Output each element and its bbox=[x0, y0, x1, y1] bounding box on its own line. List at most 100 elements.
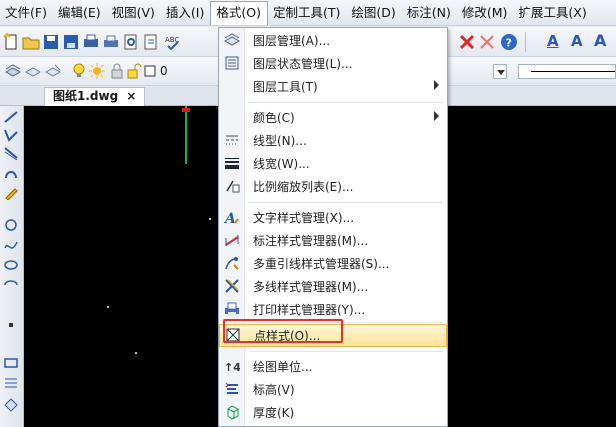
save-all-icon[interactable] bbox=[62, 33, 80, 51]
line-tool-icon[interactable] bbox=[3, 110, 19, 124]
polyline-tool-icon[interactable] bbox=[3, 128, 19, 142]
menu-item-elevation[interactable]: 标高(V) bbox=[219, 378, 447, 401]
canvas-point bbox=[107, 306, 109, 308]
point-tool-icon[interactable] bbox=[3, 318, 19, 332]
layer-manager-icon bbox=[224, 33, 240, 46]
draw-tool-palette bbox=[0, 106, 24, 427]
save-icon[interactable] bbox=[42, 33, 60, 51]
print-preview-icon[interactable] bbox=[122, 33, 140, 51]
menu-item-mleader-style[interactable]: 多重引线样式管理器(S)... bbox=[219, 252, 447, 275]
menu-item-label: 多线样式管理器(M)... bbox=[253, 280, 369, 294]
current-layer-value[interactable]: 0 bbox=[160, 64, 168, 78]
menu-draw[interactable]: 绘图(D) bbox=[346, 1, 401, 25]
menu-insert[interactable]: 插入(I) bbox=[161, 1, 210, 25]
mleader-style-icon bbox=[225, 257, 239, 270]
menu-item-label: 图层状态管理(L)... bbox=[253, 57, 353, 71]
region-tool-icon[interactable] bbox=[3, 398, 19, 412]
menu-separator bbox=[249, 351, 443, 352]
menu-item-linetype[interactable]: 线型(N)... bbox=[219, 129, 447, 152]
plot-style-icon bbox=[225, 302, 239, 316]
svg-text:?: ? bbox=[506, 37, 512, 50]
canvas-point bbox=[135, 352, 137, 354]
layer-on-bulb-icon[interactable] bbox=[70, 62, 88, 80]
ellipse-arc-tool-icon[interactable] bbox=[3, 278, 19, 292]
menu-item-dim-style[interactable]: 标注样式管理器(M)... bbox=[219, 229, 447, 252]
menu-item-drawing-units[interactable]: ↑4 绘图单位... bbox=[219, 355, 447, 378]
spell-check-icon[interactable]: ABC bbox=[164, 33, 182, 51]
linetype-icon bbox=[226, 135, 238, 145]
menu-separator bbox=[249, 202, 443, 203]
chevron-down-icon bbox=[497, 70, 505, 75]
menu-bar: 文件(F) 编辑(E) 视图(V) 插入(I) 格式(O) 定制工具(T) 绘图… bbox=[0, 0, 616, 26]
layer-previous-icon[interactable] bbox=[24, 62, 42, 80]
menu-item-scale-list[interactable]: 比例缩放列表(E)... bbox=[219, 175, 447, 198]
spline-tool-icon[interactable] bbox=[3, 238, 19, 252]
ellipse-tool-icon[interactable] bbox=[3, 258, 19, 272]
elevation-icon bbox=[225, 382, 238, 394]
open-folder-icon[interactable] bbox=[22, 33, 40, 51]
menu-modify[interactable]: 修改(M) bbox=[457, 1, 514, 25]
circle-tool-icon[interactable] bbox=[3, 218, 19, 232]
pencil-tool-icon[interactable] bbox=[3, 186, 19, 200]
menu-item-label: 打印样式管理器(Y)... bbox=[253, 303, 366, 317]
menu-item-label: 厚度(K) bbox=[253, 406, 295, 420]
menu-view[interactable]: 视图(V) bbox=[107, 1, 161, 25]
submenu-arrow-icon bbox=[434, 80, 439, 90]
menu-item-layer-manager[interactable]: 图层管理(A)... bbox=[219, 29, 447, 52]
menu-item-color[interactable]: 颜色(C) bbox=[219, 106, 447, 129]
erase-icon[interactable] bbox=[478, 33, 496, 51]
hatch-tool-icon[interactable] bbox=[3, 376, 19, 390]
menu-item-lineweight[interactable]: 线宽(W)... bbox=[219, 152, 447, 175]
ucs-origin-marker bbox=[182, 108, 190, 112]
text-style-a-button[interactable]: A bbox=[547, 32, 559, 50]
menu-item-mline-style[interactable]: 多线样式管理器(M)... bbox=[219, 275, 447, 298]
lineweight-preview bbox=[531, 71, 615, 72]
text-style-b-button[interactable]: A bbox=[571, 32, 583, 50]
rectangle-tool-icon[interactable] bbox=[3, 356, 19, 370]
menu-custom-tools[interactable]: 定制工具(T) bbox=[268, 1, 346, 25]
ray-tool-icon[interactable] bbox=[3, 146, 19, 160]
format-menu-dropdown: 图层管理(A)... 图层状态管理(L)... 图层工具(T) 颜色(C) 线型… bbox=[218, 27, 448, 427]
menu-item-label: 图层工具(T) bbox=[253, 80, 318, 94]
menu-format[interactable]: 格式(O) bbox=[210, 0, 268, 25]
menu-edit[interactable]: 编辑(E) bbox=[53, 1, 107, 25]
menu-item-label: 多重引线样式管理器(S)... bbox=[253, 257, 390, 271]
menu-item-plot-style[interactable]: 打印样式管理器(Y)... bbox=[219, 298, 447, 321]
highlight-annotation-box bbox=[223, 319, 343, 343]
delete-icon[interactable] bbox=[458, 33, 476, 51]
new-file-icon[interactable] bbox=[2, 33, 20, 51]
menu-dimension[interactable]: 标注(N) bbox=[402, 1, 457, 25]
plot-icon[interactable] bbox=[102, 33, 120, 51]
mline-style-icon bbox=[225, 279, 239, 293]
menu-item-layer-tools[interactable]: 图层工具(T) bbox=[219, 75, 447, 98]
submenu-arrow-icon bbox=[434, 111, 439, 121]
layer-unlock-icon[interactable] bbox=[125, 62, 143, 80]
menu-item-label: 文字样式管理(X)... bbox=[253, 211, 355, 225]
help-icon[interactable]: ? bbox=[500, 33, 518, 51]
layer-properties-icon[interactable] bbox=[4, 62, 22, 80]
menu-file[interactable]: 文件(F) bbox=[0, 1, 53, 25]
lineweight-dropdown[interactable] bbox=[518, 64, 616, 79]
svg-text:↑4: ↑4 bbox=[224, 361, 240, 374]
linetype-dropdown-button[interactable] bbox=[493, 64, 507, 79]
menu-item-layer-state-manager[interactable]: 图层状态管理(L)... bbox=[219, 52, 447, 75]
scale-list-icon bbox=[226, 180, 240, 193]
layer-states-icon[interactable] bbox=[44, 62, 62, 80]
menu-item-text-style[interactable]: A 文字样式管理(X)... bbox=[219, 206, 447, 229]
dim-style-icon bbox=[225, 235, 239, 246]
menu-item-thickness[interactable]: 厚度(K) bbox=[219, 401, 447, 424]
tab-drawing1[interactable]: 图纸1.dwg × bbox=[44, 87, 146, 106]
tab-title: 图纸1.dwg bbox=[53, 89, 119, 103]
text-style-c-button[interactable]: A bbox=[594, 31, 606, 50]
layer-lock-icon[interactable] bbox=[108, 62, 126, 80]
menu-item-label: 标注样式管理器(M)... bbox=[253, 234, 369, 248]
publish-icon[interactable] bbox=[142, 33, 160, 51]
ucs-y-axis-line bbox=[185, 106, 187, 164]
print-icon[interactable] bbox=[82, 33, 100, 51]
svg-text:A: A bbox=[224, 211, 236, 225]
arc-tool-icon[interactable] bbox=[3, 166, 19, 180]
menu-item-label: 标高(V) bbox=[253, 383, 295, 397]
tab-close-icon[interactable]: × bbox=[126, 88, 136, 106]
layer-thaw-sun-icon[interactable] bbox=[88, 62, 106, 80]
menu-extend-tools[interactable]: 扩展工具(X) bbox=[513, 1, 592, 25]
